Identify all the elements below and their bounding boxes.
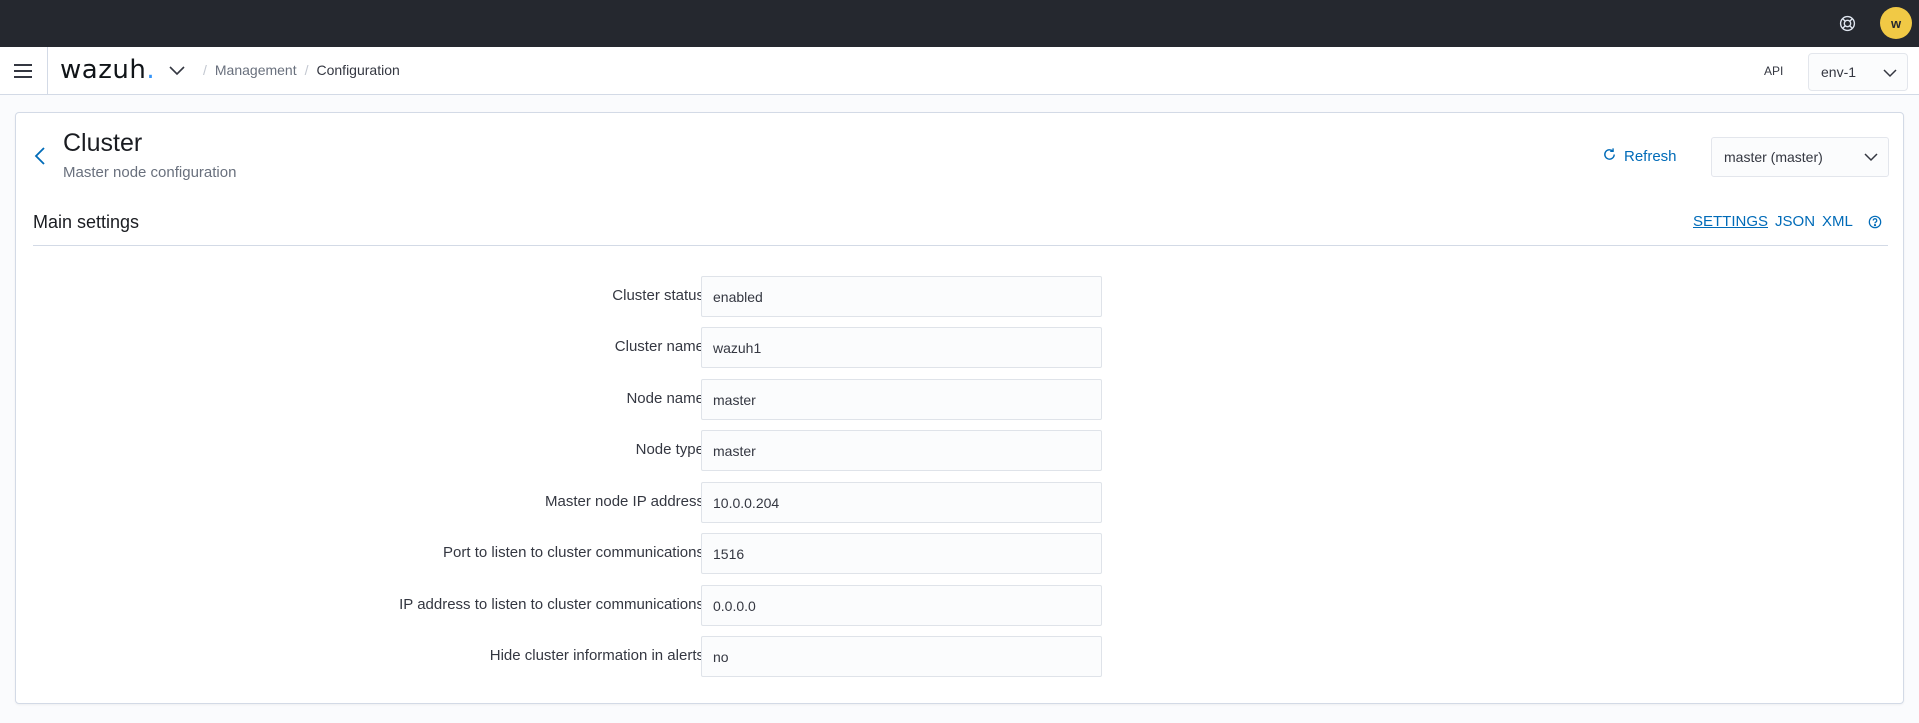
app-header: wazuh. / Management / Configuration API … (0, 47, 1919, 95)
page-title: Cluster (63, 129, 143, 157)
refresh-label: Refresh (1624, 148, 1677, 165)
top-bar: w (0, 0, 1919, 47)
setting-row-cluster-name: Cluster name wazuh1 (16, 327, 1116, 368)
setting-row-master-ip: Master node IP address 10.0.0.204 (16, 482, 1116, 523)
page-subtitle: Master node configuration (63, 164, 237, 181)
setting-label: Node type (635, 441, 704, 458)
user-avatar[interactable]: w (1880, 7, 1912, 39)
setting-row-node-type: Node type master (16, 430, 1116, 471)
setting-row-hide-info: Hide cluster information in alerts no (16, 636, 1116, 677)
setting-row-listen-ip: IP address to listen to cluster communic… (16, 585, 1116, 626)
setting-label: Hide cluster information in alerts (489, 647, 704, 664)
refresh-button[interactable]: Refresh (1602, 147, 1677, 166)
section-divider (33, 245, 1888, 246)
cluster-config-panel: Cluster Master node configuration Refres… (15, 112, 1904, 704)
setting-label: Cluster name (614, 338, 704, 355)
wazuh-logo[interactable]: wazuh. (60, 55, 155, 85)
help-icon[interactable] (1836, 12, 1859, 35)
node-select-value: master (master) (1724, 149, 1823, 165)
logo-dot: . (146, 55, 156, 85)
breadcrumb-management[interactable]: Management (215, 62, 297, 78)
hamburger-menu-icon[interactable] (11, 59, 35, 83)
breadcrumb-separator: / (304, 62, 309, 78)
api-env-select[interactable]: env-1 (1808, 53, 1908, 91)
breadcrumb-configuration: Configuration (316, 62, 400, 78)
setting-label: Node name (626, 390, 704, 407)
api-label: API (1764, 64, 1784, 78)
breadcrumb: / Management / Configuration (195, 62, 400, 78)
setting-value-field: enabled (701, 276, 1102, 317)
setting-value-field: 10.0.0.204 (701, 482, 1102, 523)
setting-label: Cluster status (612, 287, 704, 304)
setting-label: IP address to listen to cluster communic… (399, 596, 704, 613)
node-select[interactable]: master (master) (1711, 137, 1889, 177)
settings-view-link[interactable]: SETTINGS (1693, 213, 1768, 230)
setting-value-field: master (701, 379, 1102, 420)
setting-value-field: wazuh1 (701, 327, 1102, 368)
setting-value-field: no (701, 636, 1102, 677)
setting-value-field: master (701, 430, 1102, 471)
back-arrow-icon[interactable] (30, 145, 50, 167)
api-env-value: env-1 (1821, 64, 1857, 80)
breadcrumb-separator: / (203, 62, 207, 78)
json-view-link[interactable]: JSON (1775, 213, 1815, 230)
setting-value-field: 0.0.0.0 (701, 585, 1102, 626)
header-divider (47, 47, 48, 95)
view-format-links: SETTINGS JSON XML (1693, 213, 1882, 230)
setting-row-cluster-status: Cluster status enabled (16, 276, 1116, 317)
setting-row-node-name: Node name master (16, 379, 1116, 420)
chevron-down-icon (1883, 66, 1897, 82)
setting-row-listen-port: Port to listen to cluster communications… (16, 533, 1116, 574)
setting-label: Master node IP address (545, 493, 704, 510)
xml-view-link[interactable]: XML (1822, 213, 1853, 230)
section-title: Main settings (33, 212, 140, 232)
question-circle-icon[interactable] (1868, 215, 1882, 229)
chevron-down-icon (1864, 150, 1878, 166)
logo-text: wazuh (60, 55, 147, 85)
chevron-down-icon[interactable] (168, 63, 186, 79)
refresh-icon (1602, 147, 1617, 166)
setting-label: Port to listen to cluster communications (443, 544, 704, 561)
setting-value-field: 1516 (701, 533, 1102, 574)
